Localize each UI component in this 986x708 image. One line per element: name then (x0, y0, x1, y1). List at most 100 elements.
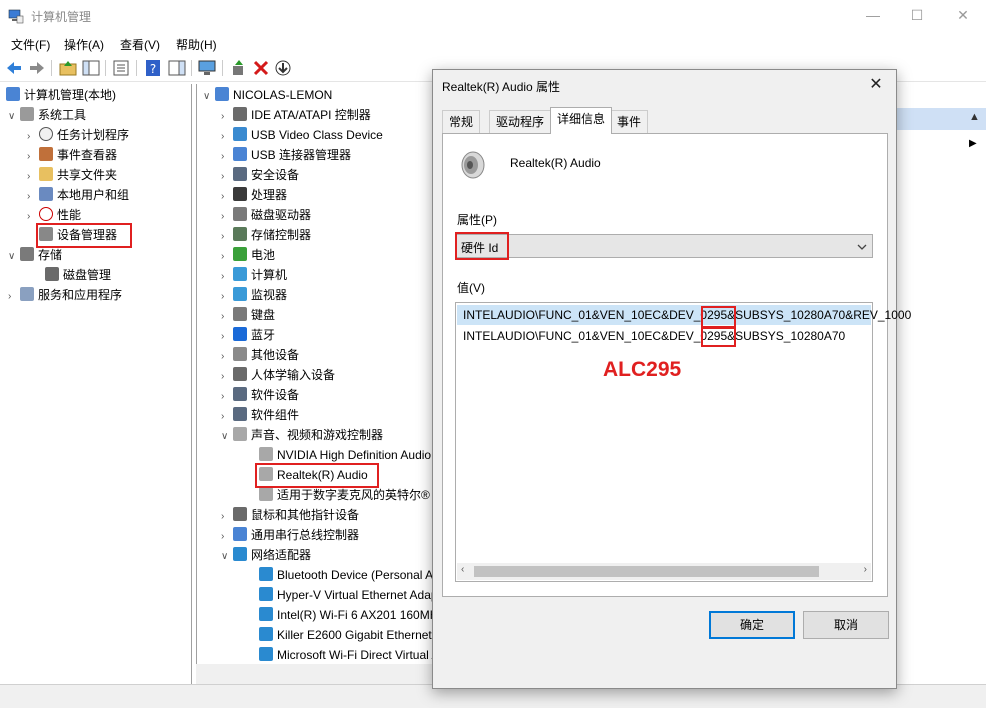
device-tree-label: USB Video Class Device (251, 128, 383, 142)
value-label: 值(V) (457, 281, 485, 295)
device-tree-item[interactable]: › 安全设备 (221, 165, 299, 185)
chevron-right-icon[interactable]: › (221, 187, 233, 207)
minimize-button[interactable]: — (850, 0, 896, 30)
back-arrow-icon[interactable] (4, 58, 24, 78)
download-icon[interactable] (273, 58, 293, 78)
chevron-down-icon[interactable] (856, 241, 868, 253)
device-tree-label: USB 连接器管理器 (251, 148, 352, 162)
device-tree-item[interactable]: NVIDIA High Definition Audio (259, 445, 431, 465)
tree-disk-management[interactable]: 磁盘管理 (45, 265, 111, 285)
chevron-right-icon[interactable]: › (221, 127, 233, 147)
tree-storage[interactable]: ∨ 存储 (8, 245, 62, 265)
chevron-right-icon[interactable]: › (221, 247, 233, 267)
device-tree-item[interactable]: Hyper-V Virtual Ethernet Adapter (259, 585, 452, 605)
device-tree-item[interactable]: › 计算机 (221, 265, 287, 285)
chevron-right-icon[interactable]: › (221, 507, 233, 527)
chevron-right-icon[interactable]: › (221, 307, 233, 327)
device-tree-item[interactable]: › 存储控制器 (221, 225, 311, 245)
forward-arrow-icon[interactable] (27, 58, 47, 78)
tree-local-users[interactable]: › 本地用户和组 (27, 185, 129, 205)
tree-root-computer-management[interactable]: 计算机管理(本地) (6, 85, 116, 105)
expand-right-icon[interactable]: ▶ (969, 138, 977, 149)
device-tree-item[interactable]: › 处理器 (221, 185, 287, 205)
help-icon[interactable]: ? (143, 58, 163, 78)
device-tree-item[interactable]: › 蓝牙 (221, 325, 275, 345)
menu-help[interactable]: 帮助(H) (176, 36, 217, 53)
property-select[interactable]: 硬件 Id (455, 234, 873, 258)
device-tree-label: 处理器 (251, 188, 288, 202)
device-tree-item[interactable]: › 鼠标和其他指针设备 (221, 505, 359, 525)
up-folder-icon[interactable] (58, 58, 78, 78)
monitor-icon[interactable] (197, 58, 217, 78)
uninstall-icon[interactable] (251, 58, 271, 78)
tree-task-scheduler[interactable]: › 任务计划程序 (27, 125, 129, 145)
collapse-up-icon[interactable]: ▲ (969, 111, 980, 123)
cancel-button[interactable]: 取消 (803, 611, 889, 639)
chevron-right-icon[interactable]: › (221, 267, 233, 287)
device-tree-item[interactable]: › 监视器 (221, 285, 287, 305)
tab-driver[interactable]: 驱动程序 (489, 110, 552, 133)
device-tree-item[interactable]: › 电池 (221, 245, 275, 265)
chevron-right-icon[interactable]: › (221, 367, 233, 387)
device-tree-item[interactable]: › 人体学输入设备 (221, 365, 335, 385)
show-hide-tree-icon[interactable] (81, 58, 101, 78)
chevron-right-icon[interactable]: › (221, 327, 233, 347)
device-tree-item[interactable]: › 软件设备 (221, 385, 299, 405)
menu-view[interactable]: 查看(V) (120, 36, 160, 53)
scroll-left-icon[interactable]: ‹ (461, 564, 464, 575)
chevron-right-icon[interactable]: › (221, 527, 233, 547)
tab-details[interactable]: 详细信息 (550, 107, 613, 134)
device-tree-label: 磁盘驱动器 (251, 208, 312, 222)
device-tree-item[interactable]: › 键盘 (221, 305, 275, 325)
chevron-right-icon[interactable]: › (221, 167, 233, 187)
chevron-right-icon[interactable]: › (221, 227, 233, 247)
device-tree-item[interactable]: › 其他设备 (221, 345, 299, 365)
ok-button[interactable]: 确定 (709, 611, 795, 639)
maximize-button[interactable]: ☐ (894, 0, 940, 30)
chevron-right-icon[interactable]: › (221, 147, 233, 167)
scroll-right-icon[interactable]: › (864, 564, 867, 575)
tree-performance[interactable]: › 性能 (27, 205, 81, 225)
action-pane-icon[interactable] (167, 58, 187, 78)
update-driver-icon[interactable] (229, 58, 249, 78)
value-list-scrollbar[interactable]: ‹ › (457, 563, 871, 580)
device-tree-item[interactable]: › USB Video Class Device (221, 125, 383, 145)
list-item[interactable]: INTELAUDIO\FUNC_01&VEN_10EC&DEV_0295&SUB… (457, 305, 911, 325)
chevron-down-icon[interactable]: ∨ (203, 87, 215, 107)
properties-icon[interactable] (111, 58, 131, 78)
menu-action[interactable]: 操作(A) (64, 36, 104, 53)
close-button[interactable]: ✕ (940, 0, 986, 30)
device-tree-item[interactable]: › 磁盘驱动器 (221, 205, 311, 225)
tree-event-viewer[interactable]: › 事件查看器 (27, 145, 117, 165)
tree-system-tools[interactable]: ∨ 系统工具 (8, 105, 86, 125)
device-tree-item[interactable]: ∨ NICOLAS-LEMON (203, 85, 332, 105)
tab-events[interactable]: 事件 (610, 110, 649, 133)
device-tree-item[interactable]: Intel(R) Wi-Fi 6 AX201 160MHz (259, 605, 444, 625)
value-list[interactable]: INTELAUDIO\FUNC_01&VEN_10EC&DEV_0295&SUB… (455, 302, 911, 582)
chevron-right-icon[interactable]: › (221, 287, 233, 307)
device-tree-item[interactable]: › USB 连接器管理器 (221, 145, 351, 165)
list-item[interactable]: INTELAUDIO\FUNC_01&VEN_10EC&DEV_0295&SUB… (463, 326, 845, 346)
chevron-right-icon[interactable]: › (221, 347, 233, 367)
disk-management-icon (45, 267, 59, 281)
chevron-right-icon[interactable]: › (221, 387, 233, 407)
device-tree-item[interactable]: › 软件组件 (221, 405, 299, 425)
chevron-right-icon[interactable]: › (221, 407, 233, 427)
device-tree-item[interactable]: › 通用串行总线控制器 (221, 525, 359, 545)
dialog-close-button[interactable]: ✕ (862, 73, 890, 97)
menu-file[interactable]: 文件(F) (11, 36, 50, 53)
device-tree-label: 适用于数字麦克风的英特尔® (277, 488, 430, 502)
device-tree-item[interactable]: ∨ 声音、视频和游戏控制器 (221, 425, 383, 445)
device-tree-item[interactable]: 适用于数字麦克风的英特尔® (259, 485, 430, 505)
chevron-right-icon[interactable]: › (221, 207, 233, 227)
scroll-thumb[interactable] (474, 566, 819, 577)
chevron-down-icon[interactable]: ∨ (221, 547, 233, 567)
tab-general[interactable]: 常规 (442, 110, 481, 133)
device-tree-item[interactable]: › IDE ATA/ATAPI 控制器 (221, 105, 371, 125)
tree-services-apps[interactable]: › 服务和应用程序 (8, 285, 122, 305)
chevron-down-icon[interactable]: ∨ (221, 427, 233, 447)
tree-shared-folders[interactable]: › 共享文件夹 (27, 165, 117, 185)
device-tree-label: Hyper-V Virtual Ethernet Adapter (277, 588, 452, 602)
device-tree-item[interactable]: ∨ 网络适配器 (221, 545, 311, 565)
chevron-right-icon[interactable]: › (221, 107, 233, 127)
